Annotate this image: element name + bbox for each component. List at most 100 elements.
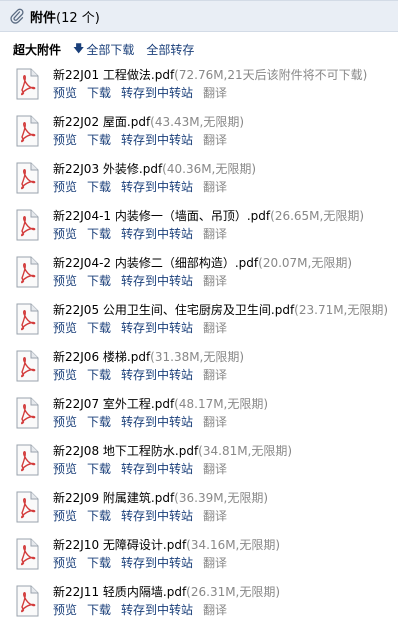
translate-link[interactable]: 翻译 (203, 462, 227, 476)
attachment-size-meta: (72.76M,21天后该附件将不可下载) (174, 68, 368, 82)
preview-link[interactable]: 预览 (53, 180, 77, 194)
attachment-name-line: 新22J01 工程做法.pdf(72.76M,21天后该附件将不可下载) (53, 66, 367, 83)
pdf-file-icon (14, 585, 40, 617)
attachment-filename[interactable]: 新22J09 附属建筑.pdf (53, 491, 174, 505)
translate-link[interactable]: 翻译 (203, 368, 227, 382)
download-link[interactable]: 下载 (87, 368, 111, 382)
attachment-name-line: 新22J02 屋面.pdf(43.43M,无限期) (53, 113, 244, 130)
translate-link[interactable]: 翻译 (203, 321, 227, 335)
save-to-drive-link[interactable]: 转存到中转站 (121, 509, 193, 523)
pdf-file-icon (14, 115, 40, 147)
preview-link[interactable]: 预览 (53, 227, 77, 241)
attachment-name-line: 新22J10 无障碍设计.pdf(34.16M,无限期) (53, 536, 280, 553)
attachment-filename[interactable]: 新22J10 无障碍设计.pdf (53, 538, 186, 552)
attachment-toolbar: 超大附件 🡇 全部下载 全部转存 (13, 41, 206, 57)
save-to-drive-link[interactable]: 转存到中转站 (121, 321, 193, 335)
download-link[interactable]: 下载 (87, 462, 111, 476)
download-link[interactable]: 下载 (87, 274, 111, 288)
download-link[interactable]: 下载 (87, 133, 111, 147)
pdf-file-icon (14, 538, 40, 570)
preview-link[interactable]: 预览 (53, 415, 77, 429)
preview-link[interactable]: 预览 (53, 556, 77, 570)
download-link[interactable]: 下载 (87, 509, 111, 523)
attachment-name-line: 新22J06 楼梯.pdf(31.38M,无限期) (53, 348, 244, 365)
attachment-item: 新22J05 公用卫生间、住宅厨房及卫生间.pdf(23.71M,无限期) 预览下… (0, 297, 400, 344)
save-to-drive-link[interactable]: 转存到中转站 (121, 180, 193, 194)
download-all-link[interactable]: 🡇 全部下载 (73, 40, 134, 59)
attachment-list: 新22J01 工程做法.pdf(72.76M,21天后该附件将不可下载) 预览 下载… (0, 62, 400, 626)
save-to-drive-link[interactable]: 转存到中转站 (121, 274, 193, 288)
attachment-filename[interactable]: 新22J01 工程做法.pdf (53, 68, 174, 82)
attachment-actions: 预览 下载 转存到中转站 翻译 (53, 413, 237, 430)
preview-link[interactable]: 预览 (53, 368, 77, 382)
attachment-filename[interactable]: 新22J05 公用卫生间、住宅厨房及卫生间.pdf (53, 303, 294, 317)
save-to-drive-link[interactable]: 转存到中转站 (121, 462, 193, 476)
attachment-filename[interactable]: 新22J11 轻质内隔墙.pdf (53, 585, 186, 599)
attachment-actions: 预览 下载 转存到中转站 翻译 (53, 507, 237, 524)
pdf-file-icon (14, 256, 40, 288)
attachment-actions: 预览 下载 转存到中转站 翻译 (53, 554, 237, 571)
translate-link[interactable]: 翻译 (203, 415, 227, 429)
download-link[interactable]: 下载 (87, 180, 111, 194)
attachment-name-line: 新22J09 附属建筑.pdf(36.39M,无限期) (53, 489, 268, 506)
pdf-file-icon (14, 68, 40, 100)
preview-link[interactable]: 预览 (53, 321, 77, 335)
attachment-filename[interactable]: 新22J04-2 内装修二（细部构造）.pdf (53, 256, 258, 270)
attachment-filename[interactable]: 新22J06 楼梯.pdf (53, 350, 150, 364)
translate-link[interactable]: 翻译 (203, 227, 227, 241)
attachment-item: 新22J01 工程做法.pdf(72.76M,21天后该附件将不可下载) 预览 下载… (0, 62, 400, 109)
download-link[interactable]: 下载 (87, 556, 111, 570)
attachment-item: 新22J04-1 内装修一（墙面、吊顶）.pdf(26.65M,无限期) 预览 下载… (0, 203, 400, 250)
download-link[interactable]: 下载 (87, 86, 111, 100)
preview-link[interactable]: 预览 (53, 462, 77, 476)
attachment-name-line: 新22J07 室外工程.pdf(48.17M,无限期) (53, 395, 268, 412)
translate-link[interactable]: 翻译 (203, 180, 227, 194)
attachment-name-line: 新22J08 地下工程防水.pdf(34.81M,无限期) (53, 442, 292, 459)
translate-link[interactable]: 翻译 (203, 274, 227, 288)
attachment-item: 新22J02 屋面.pdf(43.43M,无限期) 预览 下载 转存到中转站 翻译 (0, 109, 400, 156)
attachment-size-meta: (43.43M,无限期) (150, 115, 245, 129)
preview-link[interactable]: 预览 (53, 603, 77, 617)
attachment-filename[interactable]: 新22J03 外装修.pdf (53, 162, 162, 176)
preview-link[interactable]: 预览 (53, 509, 77, 523)
large-attachment-label: 超大附件 (13, 42, 62, 57)
attachment-actions: 预览 下载 转存到中转站 翻译 (53, 601, 237, 618)
save-to-drive-link[interactable]: 转存到中转站 (121, 86, 193, 100)
save-to-drive-link[interactable]: 转存到中转站 (121, 415, 193, 429)
pdf-file-icon (14, 491, 40, 523)
attachment-item: 新22J07 室外工程.pdf(48.17M,无限期) 预览 下载 转存到中转站 翻译 (0, 391, 400, 438)
save-to-drive-link[interactable]: 转存到中转站 (121, 368, 193, 382)
preview-link[interactable]: 预览 (53, 86, 77, 100)
attachments-header: 附件 (12 个) (0, 0, 398, 32)
pdf-file-icon (14, 209, 40, 241)
pdf-file-icon (14, 397, 40, 429)
attachment-filename[interactable]: 新22J02 屋面.pdf (53, 115, 150, 129)
attachment-name-line: 新22J04-2 内装修二（细部构造）.pdf(20.07M,无限期) (53, 254, 352, 271)
download-link[interactable]: 下载 (87, 321, 111, 335)
translate-link[interactable]: 翻译 (203, 603, 227, 617)
save-to-drive-link[interactable]: 转存到中转站 (121, 133, 193, 147)
paperclip-icon (10, 8, 24, 24)
download-link[interactable]: 下载 (87, 415, 111, 429)
attachment-size-meta: (23.71M,无限期) (294, 303, 389, 317)
save-to-drive-link[interactable]: 转存到中转站 (121, 603, 193, 617)
save-to-drive-link[interactable]: 转存到中转站 (121, 556, 193, 570)
attachment-filename[interactable]: 新22J04-1 内装修一（墙面、吊顶）.pdf (53, 209, 270, 223)
preview-link[interactable]: 预览 (53, 274, 77, 288)
save-all-link[interactable]: 全部转存 (146, 41, 194, 58)
attachment-size-meta: (20.07M,无限期) (258, 256, 353, 270)
attachment-size-meta: (48.17M,无限期) (174, 397, 269, 411)
translate-link[interactable]: 翻译 (203, 556, 227, 570)
download-link[interactable]: 下载 (87, 227, 111, 241)
translate-link[interactable]: 翻译 (203, 509, 227, 523)
translate-link[interactable]: 翻译 (203, 133, 227, 147)
save-to-drive-link[interactable]: 转存到中转站 (121, 227, 193, 241)
attachment-count: (12 个) (56, 10, 100, 26)
attachment-filename[interactable]: 新22J07 室外工程.pdf (53, 397, 174, 411)
download-link[interactable]: 下载 (87, 603, 111, 617)
attachment-size-meta: (26.31M,无限期) (186, 585, 281, 599)
preview-link[interactable]: 预览 (53, 133, 77, 147)
translate-link[interactable]: 翻译 (203, 86, 227, 100)
attachment-filename[interactable]: 新22J08 地下工程防水.pdf (53, 444, 198, 458)
attachment-actions: 预览 下载 转存到中转站 翻译 (53, 225, 237, 242)
